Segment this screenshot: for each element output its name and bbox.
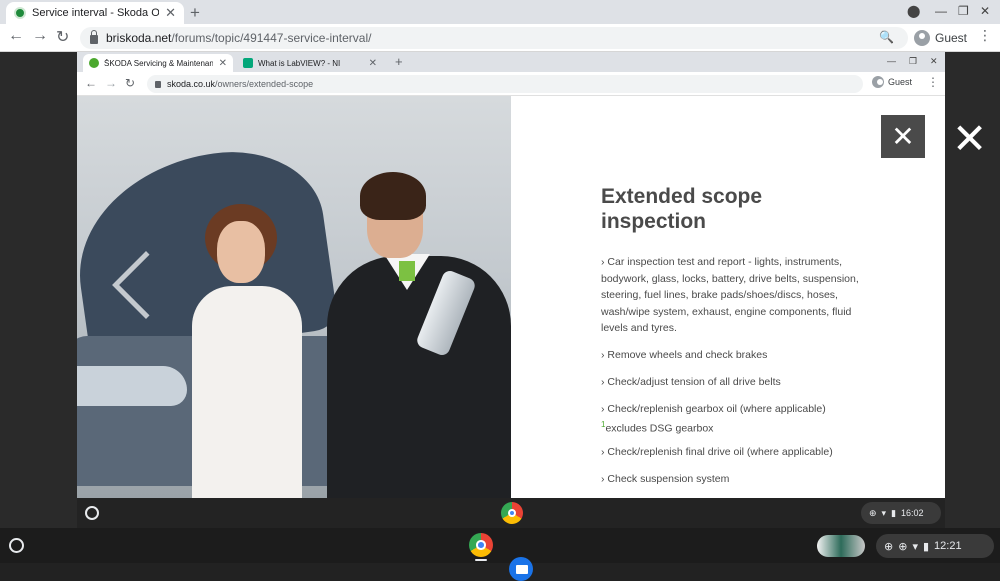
reload-button[interactable]: ↻ (56, 27, 69, 47)
panel-close-button[interactable]: ✕ (881, 115, 925, 158)
forum-favicon-icon (14, 7, 26, 19)
outer-tab-strip: Service interval - Skoda Octavia ✕ + ⬤ —… (0, 0, 1000, 24)
close-tab-icon[interactable]: ✕ (165, 5, 176, 21)
close-tab-icon[interactable]: ✕ (369, 58, 377, 69)
inner-restore-button[interactable]: ❐ (909, 56, 917, 67)
guest-avatar-icon (872, 76, 884, 88)
lock-icon (90, 29, 98, 44)
list-item: › Remove wheels and check brakes (601, 349, 768, 361)
footnote-text: excludes DSG gearbox (605, 422, 714, 435)
launcher-button[interactable] (9, 538, 24, 553)
skoda-favicon-icon (89, 58, 99, 68)
inner-browser-window: ŠKODA Servicing & Maintenance ✕ What is … (77, 52, 945, 498)
inner-forward-button[interactable]: → (105, 76, 117, 90)
inner-minimize-button[interactable]: — (887, 56, 896, 66)
inner-guest-chip[interactable]: Guest (872, 76, 912, 88)
inner-tab-title: What is LabVIEW? - NI (258, 58, 341, 68)
restore-button[interactable]: ❐ (958, 4, 969, 18)
chrome-app-icon[interactable] (469, 533, 493, 557)
man-sweater-shape (327, 256, 511, 498)
inner-tab-title: ŠKODA Servicing & Maintenance (104, 58, 213, 68)
inner-address-bar[interactable]: skoda.co.uk/owners/extended-scope (147, 75, 863, 93)
man-hair-shape (360, 172, 426, 220)
status-tray[interactable]: ⊕ ⊕ ▾ ▮ 12:21 (876, 534, 994, 558)
add-icon: ⊕ (898, 540, 908, 553)
lightbox-close-icon[interactable]: ✕ (952, 118, 987, 160)
list-item: › Check suspension system (601, 473, 730, 485)
zoom-icon[interactable]: 🔍 (879, 30, 894, 44)
add-icon: ⊕ (884, 540, 894, 553)
inner-menu-icon[interactable]: ⋮ (927, 75, 939, 89)
running-indicator (475, 559, 487, 561)
list-item: › Check/replenish final drive oil (where… (601, 446, 833, 458)
outer-guest-label: Guest (935, 31, 968, 45)
outer-menu-icon[interactable]: ⋮ (978, 27, 992, 44)
list-item: › Car inspection test and report - light… (601, 256, 859, 334)
woman-face-shape (217, 221, 265, 283)
inner-clock: 16:02 (901, 508, 924, 518)
battery-icon: ▮ (922, 540, 930, 553)
inner-launcher-button[interactable] (85, 506, 99, 520)
inner-url-host: skoda.co.uk (167, 79, 216, 89)
guest-avatar-icon (914, 30, 930, 46)
list-item: › Check/replenish gearbox oil (where app… (601, 403, 826, 415)
new-tab-button[interactable]: + (190, 3, 200, 23)
outer-guest-chip[interactable]: Guest (914, 27, 967, 49)
outer-url-host: briskoda.net (106, 31, 172, 45)
os-clock: 12:21 (934, 540, 962, 552)
inner-shelf: ⊕ ▾ ▮ 16:02 (77, 498, 945, 528)
green-tie-shape (399, 261, 415, 281)
wifi-icon: ▾ (881, 507, 887, 518)
mechanic-photo (77, 96, 511, 498)
outer-toolbar: ← → ↻ briskoda.net/forums/topic/491447-s… (0, 24, 1000, 52)
profile-menu-icon[interactable]: ⬤ (907, 4, 920, 18)
os-shelf: ⊕ ⊕ ▾ ▮ 12:21 (0, 528, 1000, 581)
close-icon: ✕ (891, 121, 915, 152)
page-title: Extended scope inspection (601, 185, 763, 233)
outer-url-path: /forums/topic/491447-service-interval/ (171, 31, 372, 45)
lock-icon (155, 80, 161, 88)
files-app-icon[interactable] (509, 557, 533, 581)
outer-tab-title: Service interval - Skoda Octavia (32, 7, 160, 19)
inspection-panel: ✕ Extended scope inspection › Car inspec… (511, 96, 945, 498)
minimize-button[interactable]: — (935, 4, 947, 18)
notification-icon: ⊕ (869, 507, 877, 518)
inner-back-button[interactable]: ← (85, 76, 97, 90)
back-button[interactable]: ← (8, 27, 24, 45)
inner-toolbar: ← → ↻ skoda.co.uk/owners/extended-scope … (77, 72, 945, 96)
holding-space-thumbnails[interactable] (817, 535, 865, 557)
inner-close-window-button[interactable]: ✕ (930, 56, 938, 67)
battery-icon: ▮ (891, 507, 897, 518)
chrome-app-icon[interactable] (501, 502, 523, 524)
inner-status-tray[interactable]: ⊕ ▾ ▮ 16:02 (861, 502, 941, 524)
footnote: 1excludes DSG gearbox (601, 417, 859, 437)
close-window-button[interactable]: ✕ (980, 4, 990, 18)
inner-url-path: /owners/extended-scope (215, 79, 314, 89)
inner-reload-button[interactable]: ↻ (125, 76, 135, 90)
outer-address-bar[interactable]: briskoda.net/forums/topic/491447-service… (80, 27, 908, 49)
inner-tab-skoda[interactable]: ŠKODA Servicing & Maintenance ✕ (83, 54, 233, 72)
woman-blouse-shape (192, 286, 302, 498)
wifi-icon: ▾ (912, 540, 918, 553)
inner-tab-labview[interactable]: What is LabVIEW? - NI ✕ (237, 54, 383, 72)
ni-favicon-icon (243, 58, 253, 68)
inner-new-tab-button[interactable]: + (395, 54, 403, 69)
list-item: › Check/adjust tension of all drive belt… (601, 376, 781, 388)
headlight-shape (77, 366, 187, 406)
inner-tab-strip: ŠKODA Servicing & Maintenance ✕ What is … (77, 52, 945, 72)
inner-guest-label: Guest (888, 77, 913, 87)
outer-tab-active[interactable]: Service interval - Skoda Octavia ✕ (6, 2, 184, 24)
close-tab-icon[interactable]: ✕ (219, 58, 227, 69)
forward-button[interactable]: → (32, 27, 48, 45)
